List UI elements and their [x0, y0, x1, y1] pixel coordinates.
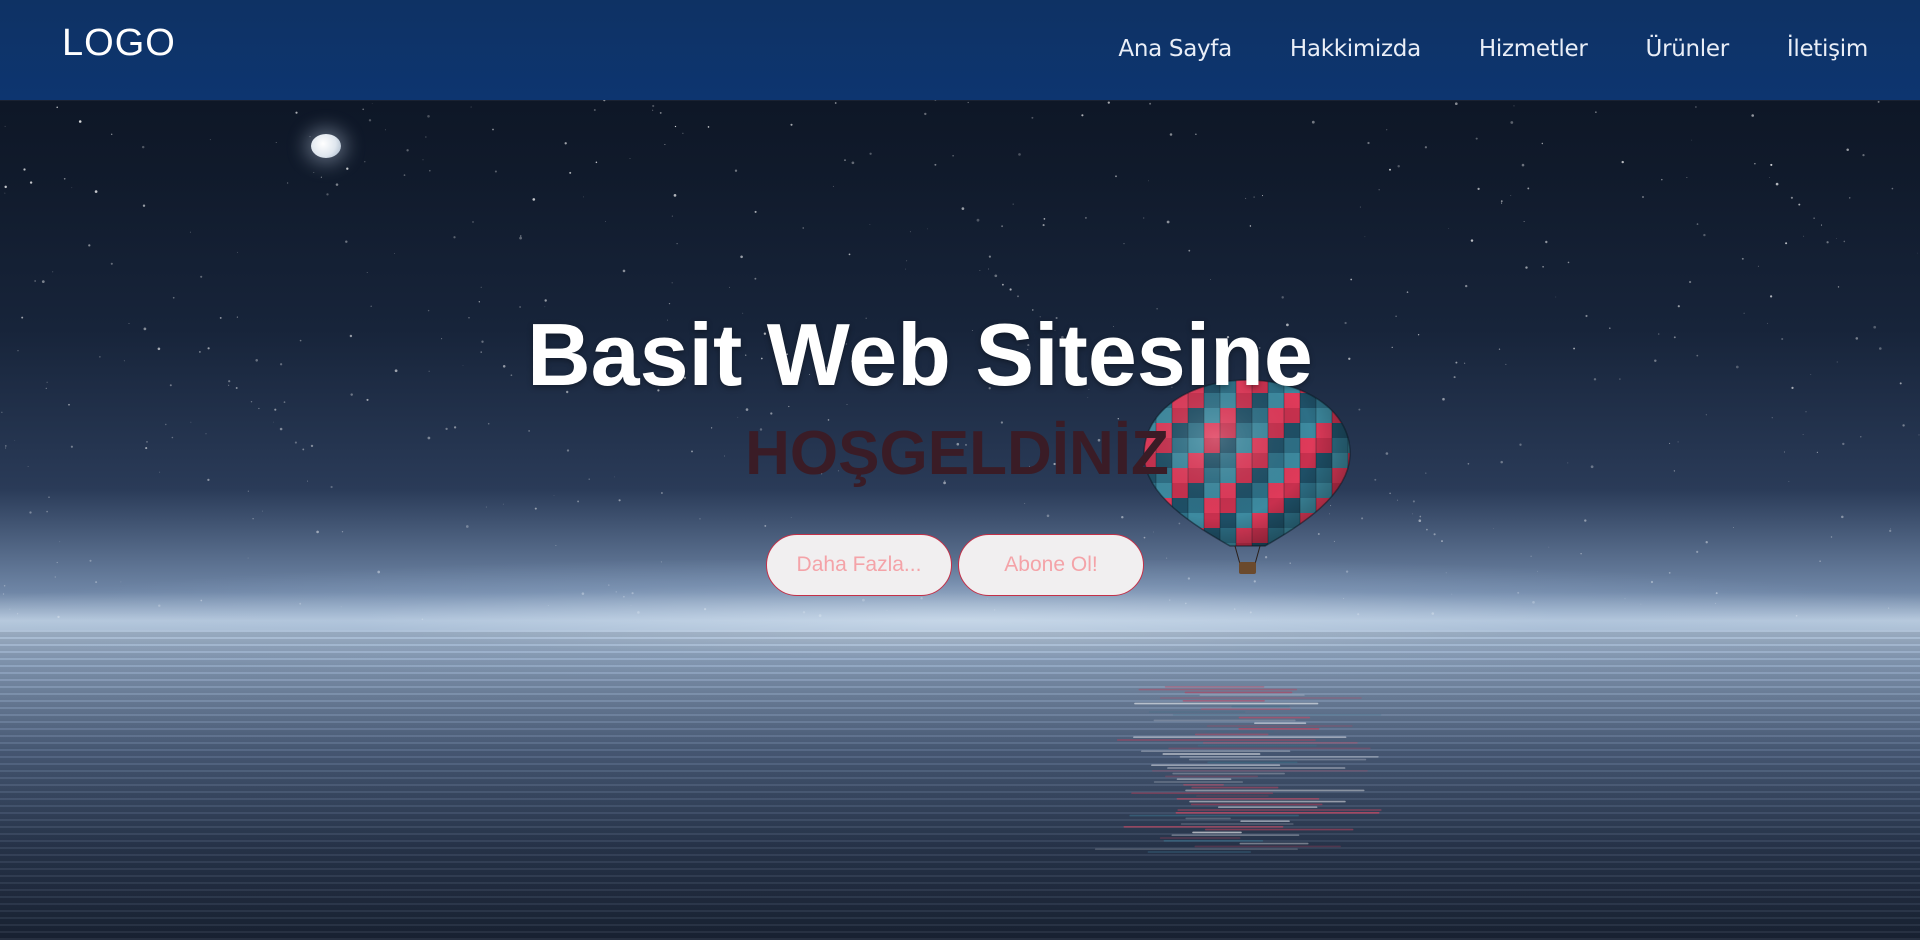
nav-link-about[interactable]: Hakkimizda: [1290, 36, 1421, 62]
nav-link-home[interactable]: Ana Sayfa: [1118, 36, 1232, 62]
nav-link-contact[interactable]: İletişim: [1787, 36, 1868, 62]
moon-icon: [311, 134, 341, 158]
sea-surface: [0, 630, 1920, 940]
hero-subtitle: HOŞGELDİNİZ: [745, 419, 1169, 488]
balloon-reflection: [1094, 686, 1382, 853]
subscribe-button[interactable]: Abone Ol!: [958, 534, 1144, 596]
main-nav: Ana Sayfa Hakkimizda Hizmetler Ürünler İ…: [1060, 36, 1868, 62]
site-logo[interactable]: LOGO: [62, 22, 176, 65]
site-header: LOGO Ana Sayfa Hakkimizda Hizmetler Ürün…: [0, 0, 1920, 100]
hero-section: Basit Web Sitesine HOŞGELDİNİZ Daha Fazl…: [0, 300, 1920, 596]
nav-link-products[interactable]: Ürünler: [1646, 36, 1730, 62]
hero-title: Basit Web Sitesine: [527, 305, 1313, 404]
more-button[interactable]: Daha Fazla...: [766, 534, 952, 596]
page: LOGO Ana Sayfa Hakkimizda Hizmetler Ürün…: [0, 0, 1920, 940]
hero-buttons: Daha Fazla... Abone Ol!: [0, 534, 1915, 596]
nav-link-services[interactable]: Hizmetler: [1479, 36, 1588, 62]
